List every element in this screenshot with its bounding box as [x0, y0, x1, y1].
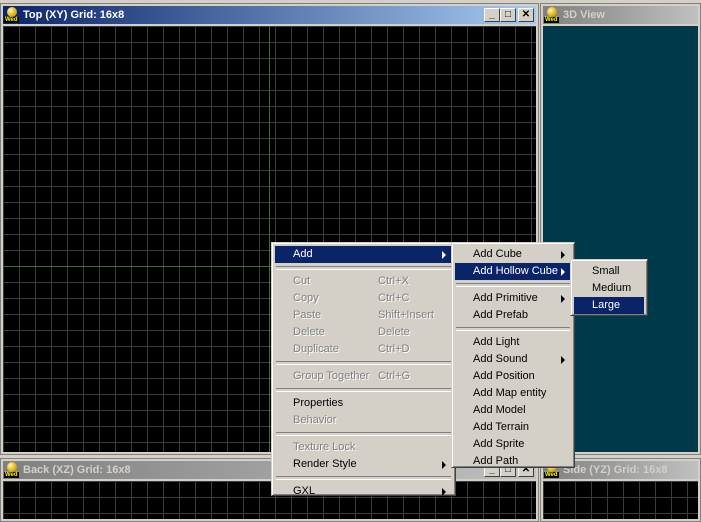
minimize-button[interactable]: _ — [484, 8, 500, 22]
menu-item-cut[interactable]: Cut Ctrl+X — [275, 273, 452, 290]
menu-item-add-prefab-label: Add Prefab — [473, 309, 529, 321]
menu-item-add-hollow-cube-label: Add Hollow Cube — [473, 265, 558, 277]
menu-item-behavior[interactable]: Behavior — [275, 412, 452, 429]
menu-item-copy[interactable]: Copy Ctrl+C — [275, 290, 452, 307]
menu-item-add-sound[interactable]: Add Sound — [455, 351, 571, 368]
menu-item-add-model-label: Add Model — [473, 404, 526, 416]
menu-separator — [456, 327, 570, 331]
top-view-title: Top (XY) Grid: 16x8 — [23, 9, 125, 21]
menu-item-group-together-label: Group Together — [293, 370, 370, 382]
menu-item-delete-shortcut: Delete — [378, 326, 410, 338]
menu-separator — [276, 361, 451, 365]
menu-item-add-light-label: Add Light — [473, 336, 520, 348]
menu-item-medium-label: Medium — [592, 282, 632, 294]
menu-item-large[interactable]: Large — [574, 297, 644, 314]
menu-item-render-style-label: Render Style — [293, 458, 357, 470]
menu-item-add-terrain[interactable]: Add Terrain — [455, 419, 571, 436]
app-icon[interactable]: Wed — [4, 462, 20, 478]
submenu-arrow-icon — [561, 295, 565, 303]
menu-item-add-hollow-cube[interactable]: Add Hollow Cube — [455, 263, 571, 280]
menu-item-properties[interactable]: Properties — [275, 395, 452, 412]
menu-item-medium[interactable]: Medium — [574, 280, 644, 297]
menu-item-duplicate[interactable]: Duplicate Ctrl+D — [275, 341, 452, 358]
menu-item-add-position-label: Add Position — [473, 370, 535, 382]
back-view-title: Back (XZ) Grid: 16x8 — [23, 464, 131, 476]
app-icon[interactable]: Wed — [544, 7, 560, 23]
3d-view-titlebar[interactable]: Wed 3D View — [543, 6, 698, 24]
side-view-title: Side (YZ) Grid: 16x8 — [563, 464, 668, 476]
menu-item-paste[interactable]: Paste Shift+Insert — [275, 307, 452, 324]
menu-item-add-light[interactable]: Add Light — [455, 334, 571, 351]
app-icon[interactable]: Wed — [4, 7, 20, 23]
menu-item-add[interactable]: Add — [275, 246, 452, 263]
back-view-grid[interactable] — [3, 481, 536, 519]
top-view-titlebar[interactable]: Wed Top (XY) Grid: 16x8 _ □ ✕ — [3, 6, 536, 24]
side-view-grid[interactable] — [543, 481, 698, 519]
menu-item-texture-lock[interactable]: Texture Lock — [275, 439, 452, 456]
submenu-arrow-icon — [561, 356, 565, 364]
menu-item-add-model[interactable]: Add Model — [455, 402, 571, 419]
menu-item-add-map-entity-label: Add Map entity — [473, 387, 547, 399]
menu-separator — [276, 476, 451, 480]
menu-item-add-terrain-label: Add Terrain — [473, 421, 530, 433]
hollow-cube-submenu: Small Medium Large — [570, 259, 648, 316]
menu-item-copy-label: Copy — [293, 292, 319, 304]
menu-item-add-primitive[interactable]: Add Primitive — [455, 290, 571, 307]
menu-item-small[interactable]: Small — [574, 263, 644, 280]
maximize-button[interactable]: □ — [500, 8, 516, 22]
menu-item-add-map-entity[interactable]: Add Map entity — [455, 385, 571, 402]
menu-item-gxl-label: GXL — [293, 485, 316, 497]
menu-item-duplicate-shortcut: Ctrl+D — [378, 343, 410, 355]
menu-separator — [276, 388, 451, 392]
menu-item-group-together-shortcut: Ctrl+G — [378, 370, 411, 382]
3d-view-title: 3D View — [563, 9, 605, 21]
submenu-arrow-icon — [561, 251, 565, 259]
menu-item-render-style[interactable]: Render Style — [275, 456, 452, 473]
submenu-arrow-icon — [442, 461, 446, 469]
menu-item-group-together[interactable]: Group Together Ctrl+G — [275, 368, 452, 385]
menu-item-cut-shortcut: Ctrl+X — [378, 275, 409, 287]
menu-item-cut-label: Cut — [293, 275, 311, 287]
menu-separator — [456, 283, 570, 287]
menu-item-properties-label: Properties — [293, 397, 344, 409]
menu-item-paste-shortcut: Shift+Insert — [378, 309, 434, 321]
menu-item-add-sound-label: Add Sound — [473, 353, 528, 365]
submenu-arrow-icon — [442, 488, 446, 496]
menu-item-add-sprite[interactable]: Add Sprite — [455, 436, 571, 453]
menu-item-delete-label: Delete — [293, 326, 325, 338]
menu-item-paste-label: Paste — [293, 309, 322, 321]
menu-item-gxl[interactable]: GXL — [275, 483, 452, 500]
menu-item-add-position[interactable]: Add Position — [455, 368, 571, 385]
menu-item-add-label: Add — [293, 248, 313, 260]
menu-item-add-path[interactable]: Add Path — [455, 453, 571, 470]
menu-item-texture-lock-label: Texture Lock — [293, 441, 356, 453]
menu-item-add-primitive-label: Add Primitive — [473, 292, 538, 304]
menu-item-duplicate-label: Duplicate — [293, 343, 339, 355]
menu-item-copy-shortcut: Ctrl+C — [378, 292, 410, 304]
context-menu: Add Cut Ctrl+X Copy Ctrl+C Paste Shift+Inse… — [271, 242, 456, 497]
menu-separator — [276, 432, 451, 436]
close-button[interactable]: ✕ — [518, 8, 534, 22]
menu-item-add-path-label: Add Path — [473, 455, 519, 467]
submenu-arrow-icon — [442, 251, 446, 259]
menu-item-large-label: Large — [592, 299, 621, 311]
add-submenu: Add Cube Add Hollow Cube Add Primitive A… — [451, 242, 575, 468]
submenu-arrow-icon — [561, 268, 565, 276]
menu-item-small-label: Small — [592, 265, 620, 277]
menu-item-add-prefab[interactable]: Add Prefab — [455, 307, 571, 324]
y-axis-line — [269, 26, 270, 452]
menu-item-add-cube-label: Add Cube — [473, 248, 522, 260]
menu-item-delete[interactable]: Delete Delete — [275, 324, 452, 341]
menu-separator — [276, 266, 451, 270]
menu-item-add-cube[interactable]: Add Cube — [455, 246, 571, 263]
menu-item-behavior-label: Behavior — [293, 414, 337, 426]
menu-item-add-sprite-label: Add Sprite — [473, 438, 525, 450]
